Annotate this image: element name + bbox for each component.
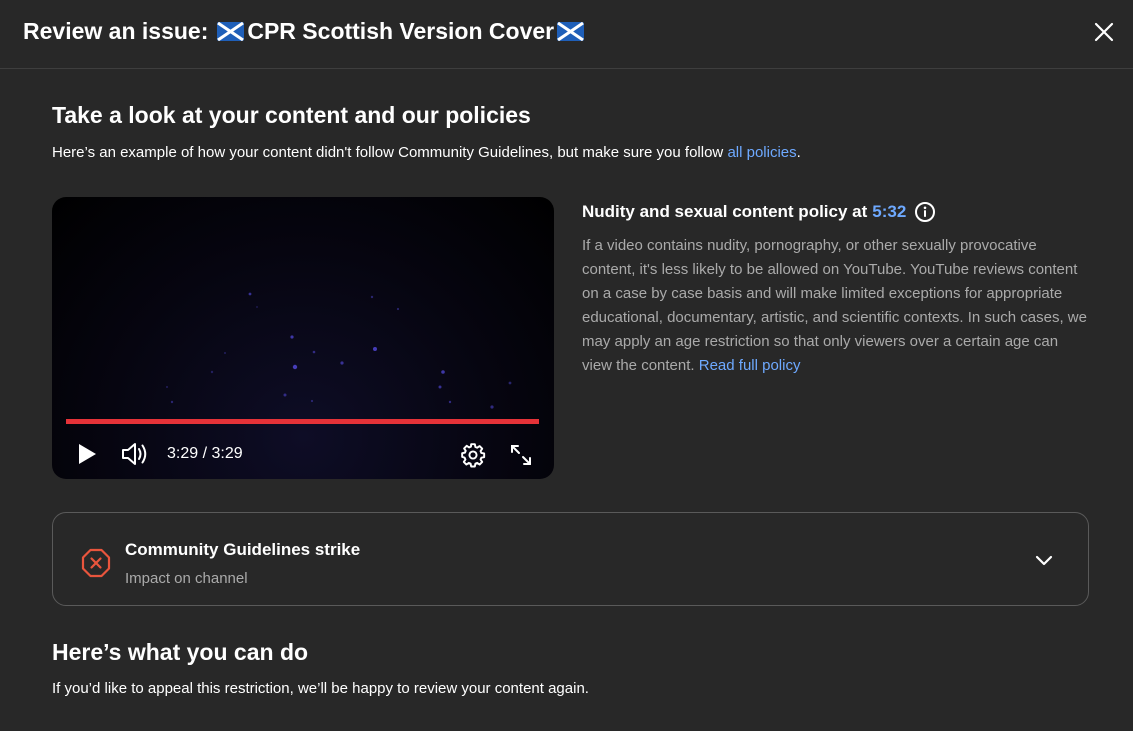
policy-body-text: If a video contains nudity, pornography,… [582, 237, 1087, 374]
strike-octagon-icon [81, 548, 111, 578]
close-button[interactable] [1090, 18, 1118, 46]
policy-title: Nudity and sexual content policy at 5:32 [582, 201, 936, 223]
settings-button[interactable] [459, 441, 487, 469]
time-display: 3:29 / 3:29 [167, 445, 243, 463]
scotland-flag-icon [557, 22, 585, 41]
policy-title-text: Nudity and sexual content policy at [582, 202, 868, 221]
read-full-policy-link[interactable]: Read full policy [699, 357, 801, 374]
dialog-title: Review an issue: CPR Scottish Version Co… [23, 18, 587, 45]
fullscreen-button[interactable] [507, 441, 535, 469]
actions-section-subtitle: If you’d like to appeal this restriction… [52, 680, 589, 697]
scotland-flag-icon [217, 22, 245, 41]
policies-section-subtitle: Here’s an example of how your content di… [52, 144, 801, 161]
duration: 3:29 [211, 445, 243, 462]
video-frame [166, 292, 512, 409]
dialog-title-prefix: Review an issue: [23, 18, 209, 44]
play-icon [79, 444, 96, 464]
info-icon [915, 202, 936, 222]
progress-bar[interactable] [66, 419, 539, 424]
review-issue-dialog: Review an issue: CPR Scottish Version Co… [0, 0, 1133, 731]
video-title: CPR Scottish Version Cover [247, 18, 555, 44]
fullscreen-icon [511, 445, 531, 465]
play-button[interactable] [74, 441, 100, 467]
policy-description: If a video contains nudity, pornography,… [582, 234, 1092, 378]
chevron-down-icon[interactable] [1033, 551, 1055, 571]
volume-button[interactable] [119, 440, 149, 468]
strike-card[interactable]: Community Guidelines strike Impact on ch… [52, 512, 1089, 606]
dialog-header: Review an issue: CPR Scottish Version Co… [0, 0, 1133, 69]
strike-title: Community Guidelines strike [125, 540, 361, 559]
policies-subtitle-end: . [796, 144, 801, 161]
policy-timestamp-link[interactable]: 5:32 [872, 202, 906, 222]
current-time: 3:29 [167, 445, 199, 462]
actions-section-title: Here’s what you can do [52, 639, 309, 665]
strike-subtitle: Impact on channel [125, 570, 248, 587]
all-policies-link[interactable]: all policies [727, 144, 796, 161]
time-separator: / [202, 445, 208, 462]
policies-section-title: Take a look at your content and our poli… [52, 102, 531, 128]
settings-icon [461, 443, 486, 468]
volume-icon [122, 443, 147, 465]
policies-subtitle-text: Here’s an example of how your content di… [52, 144, 724, 161]
close-icon [1094, 22, 1114, 42]
info-button[interactable] [914, 201, 936, 223]
video-player[interactable]: 3:29 / 3:29 [52, 197, 554, 479]
